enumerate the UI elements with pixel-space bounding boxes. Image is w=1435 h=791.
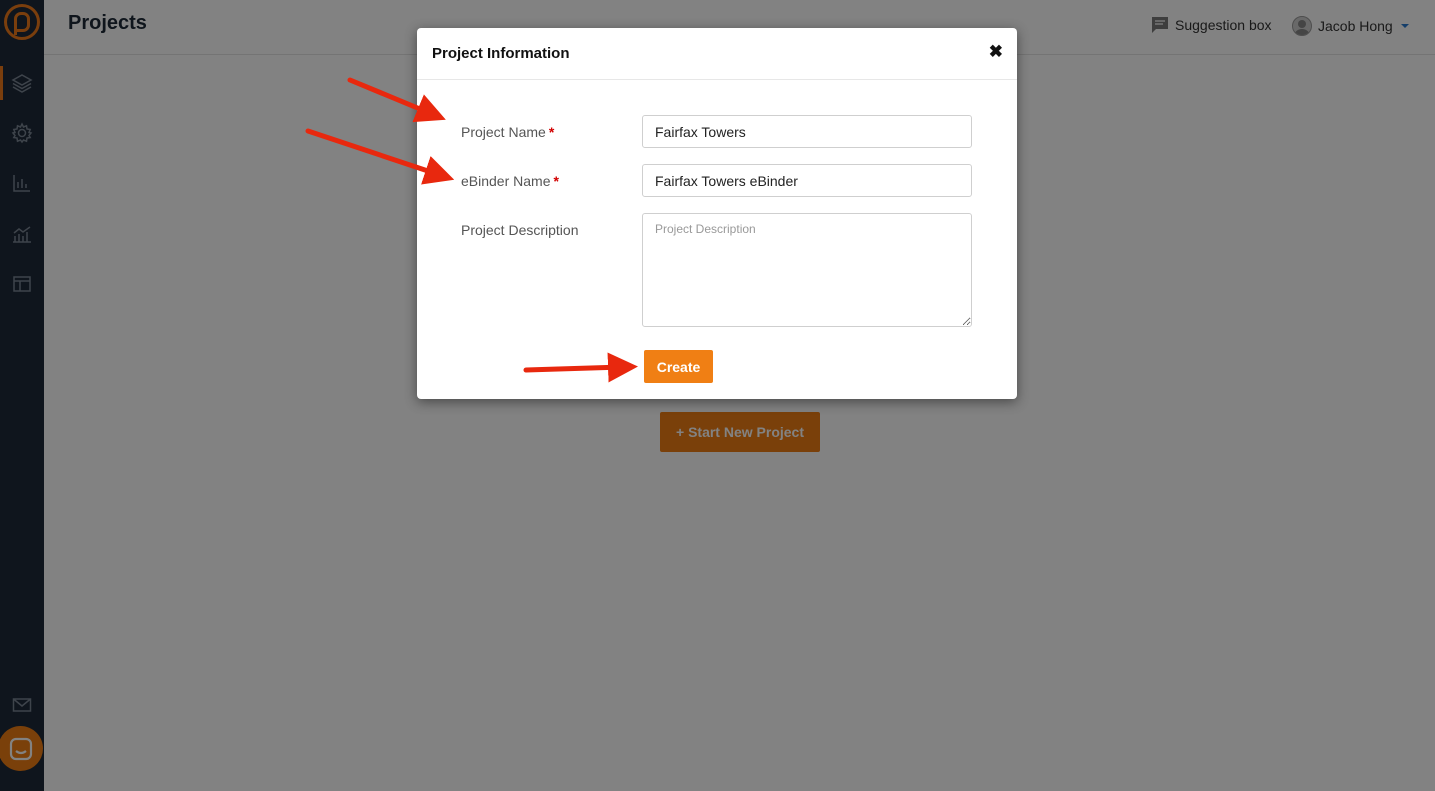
project-name-label: Project Name * xyxy=(461,124,555,140)
modal-header: Project Information ✖ xyxy=(417,28,1017,80)
create-button[interactable]: Create xyxy=(644,350,713,383)
ebinder-name-label: eBinder Name * xyxy=(461,173,559,189)
modal-title: Project Information xyxy=(432,45,570,62)
project-description-textarea[interactable] xyxy=(642,213,972,327)
ebinder-name-input[interactable] xyxy=(642,164,972,197)
close-icon[interactable]: ✖ xyxy=(989,42,1003,62)
required-marker: * xyxy=(548,124,555,140)
project-name-input[interactable] xyxy=(642,115,972,148)
required-marker: * xyxy=(553,173,559,189)
project-description-label: Project Description xyxy=(461,222,579,238)
project-information-modal: Project Information ✖ Project Name* eBin… xyxy=(417,28,1017,399)
